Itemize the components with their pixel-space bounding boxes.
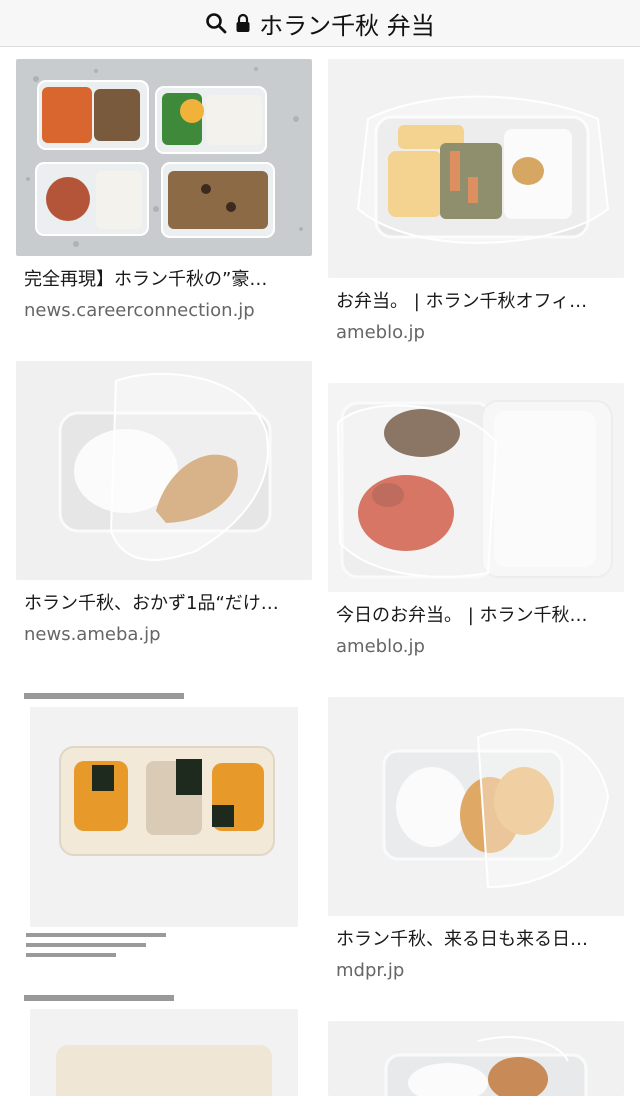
search-bar[interactable]: ホラン千秋 弁当 <box>0 0 640 47</box>
result-thumbnail[interactable] <box>16 685 312 1096</box>
search-icon[interactable] <box>205 12 227 34</box>
result-title[interactable]: 今日のお弁当。 | ホラン千秋… <box>328 604 624 628</box>
result-card[interactable]: 今日のお弁当。 | ホラン千秋… ameblo.jp <box>328 383 624 658</box>
result-thumbnail[interactable] <box>16 59 312 256</box>
result-site: news.ameba.jp <box>24 624 161 645</box>
result-title[interactable]: ホラン千秋、来る日も来る日… <box>328 928 624 952</box>
result-card[interactable]: ホラン千秋、おかず1品“だけ… news.ameba.jp <box>16 361 312 646</box>
result-site: mdpr.jp <box>336 960 405 981</box>
result-title[interactable]: お弁当。 | ホラン千秋オフィ… <box>328 290 624 314</box>
result-thumbnail[interactable] <box>328 59 624 278</box>
result-card[interactable] <box>328 1021 624 1096</box>
search-query[interactable]: ホラン千秋 弁当 <box>259 6 435 41</box>
result-card[interactable]: ホラン千秋、来る日も来る日… mdpr.jp <box>328 697 624 982</box>
result-title[interactable]: ホラン千秋、おかず1品“だけ… <box>16 592 312 616</box>
result-thumbnail[interactable] <box>328 697 624 916</box>
search-line: ホラン千秋 弁当 <box>205 6 435 41</box>
result-thumbnail[interactable] <box>328 1021 624 1096</box>
result-card[interactable]: 完全再現】ホラン千秋の”豪… news.careerconnection.jp <box>16 59 312 322</box>
result-site: ameblo.jp <box>336 322 425 343</box>
result-site: ameblo.jp <box>336 636 425 657</box>
result-thumbnail[interactable] <box>328 383 624 592</box>
result-site: news.careerconnection.jp <box>24 300 255 321</box>
result-title[interactable]: 完全再現】ホラン千秋の”豪… <box>16 268 312 292</box>
result-thumbnail[interactable] <box>16 361 312 580</box>
lock-icon <box>235 13 251 33</box>
result-card[interactable] <box>16 685 312 1096</box>
result-card[interactable]: お弁当。 | ホラン千秋オフィ… ameblo.jp <box>328 59 624 344</box>
